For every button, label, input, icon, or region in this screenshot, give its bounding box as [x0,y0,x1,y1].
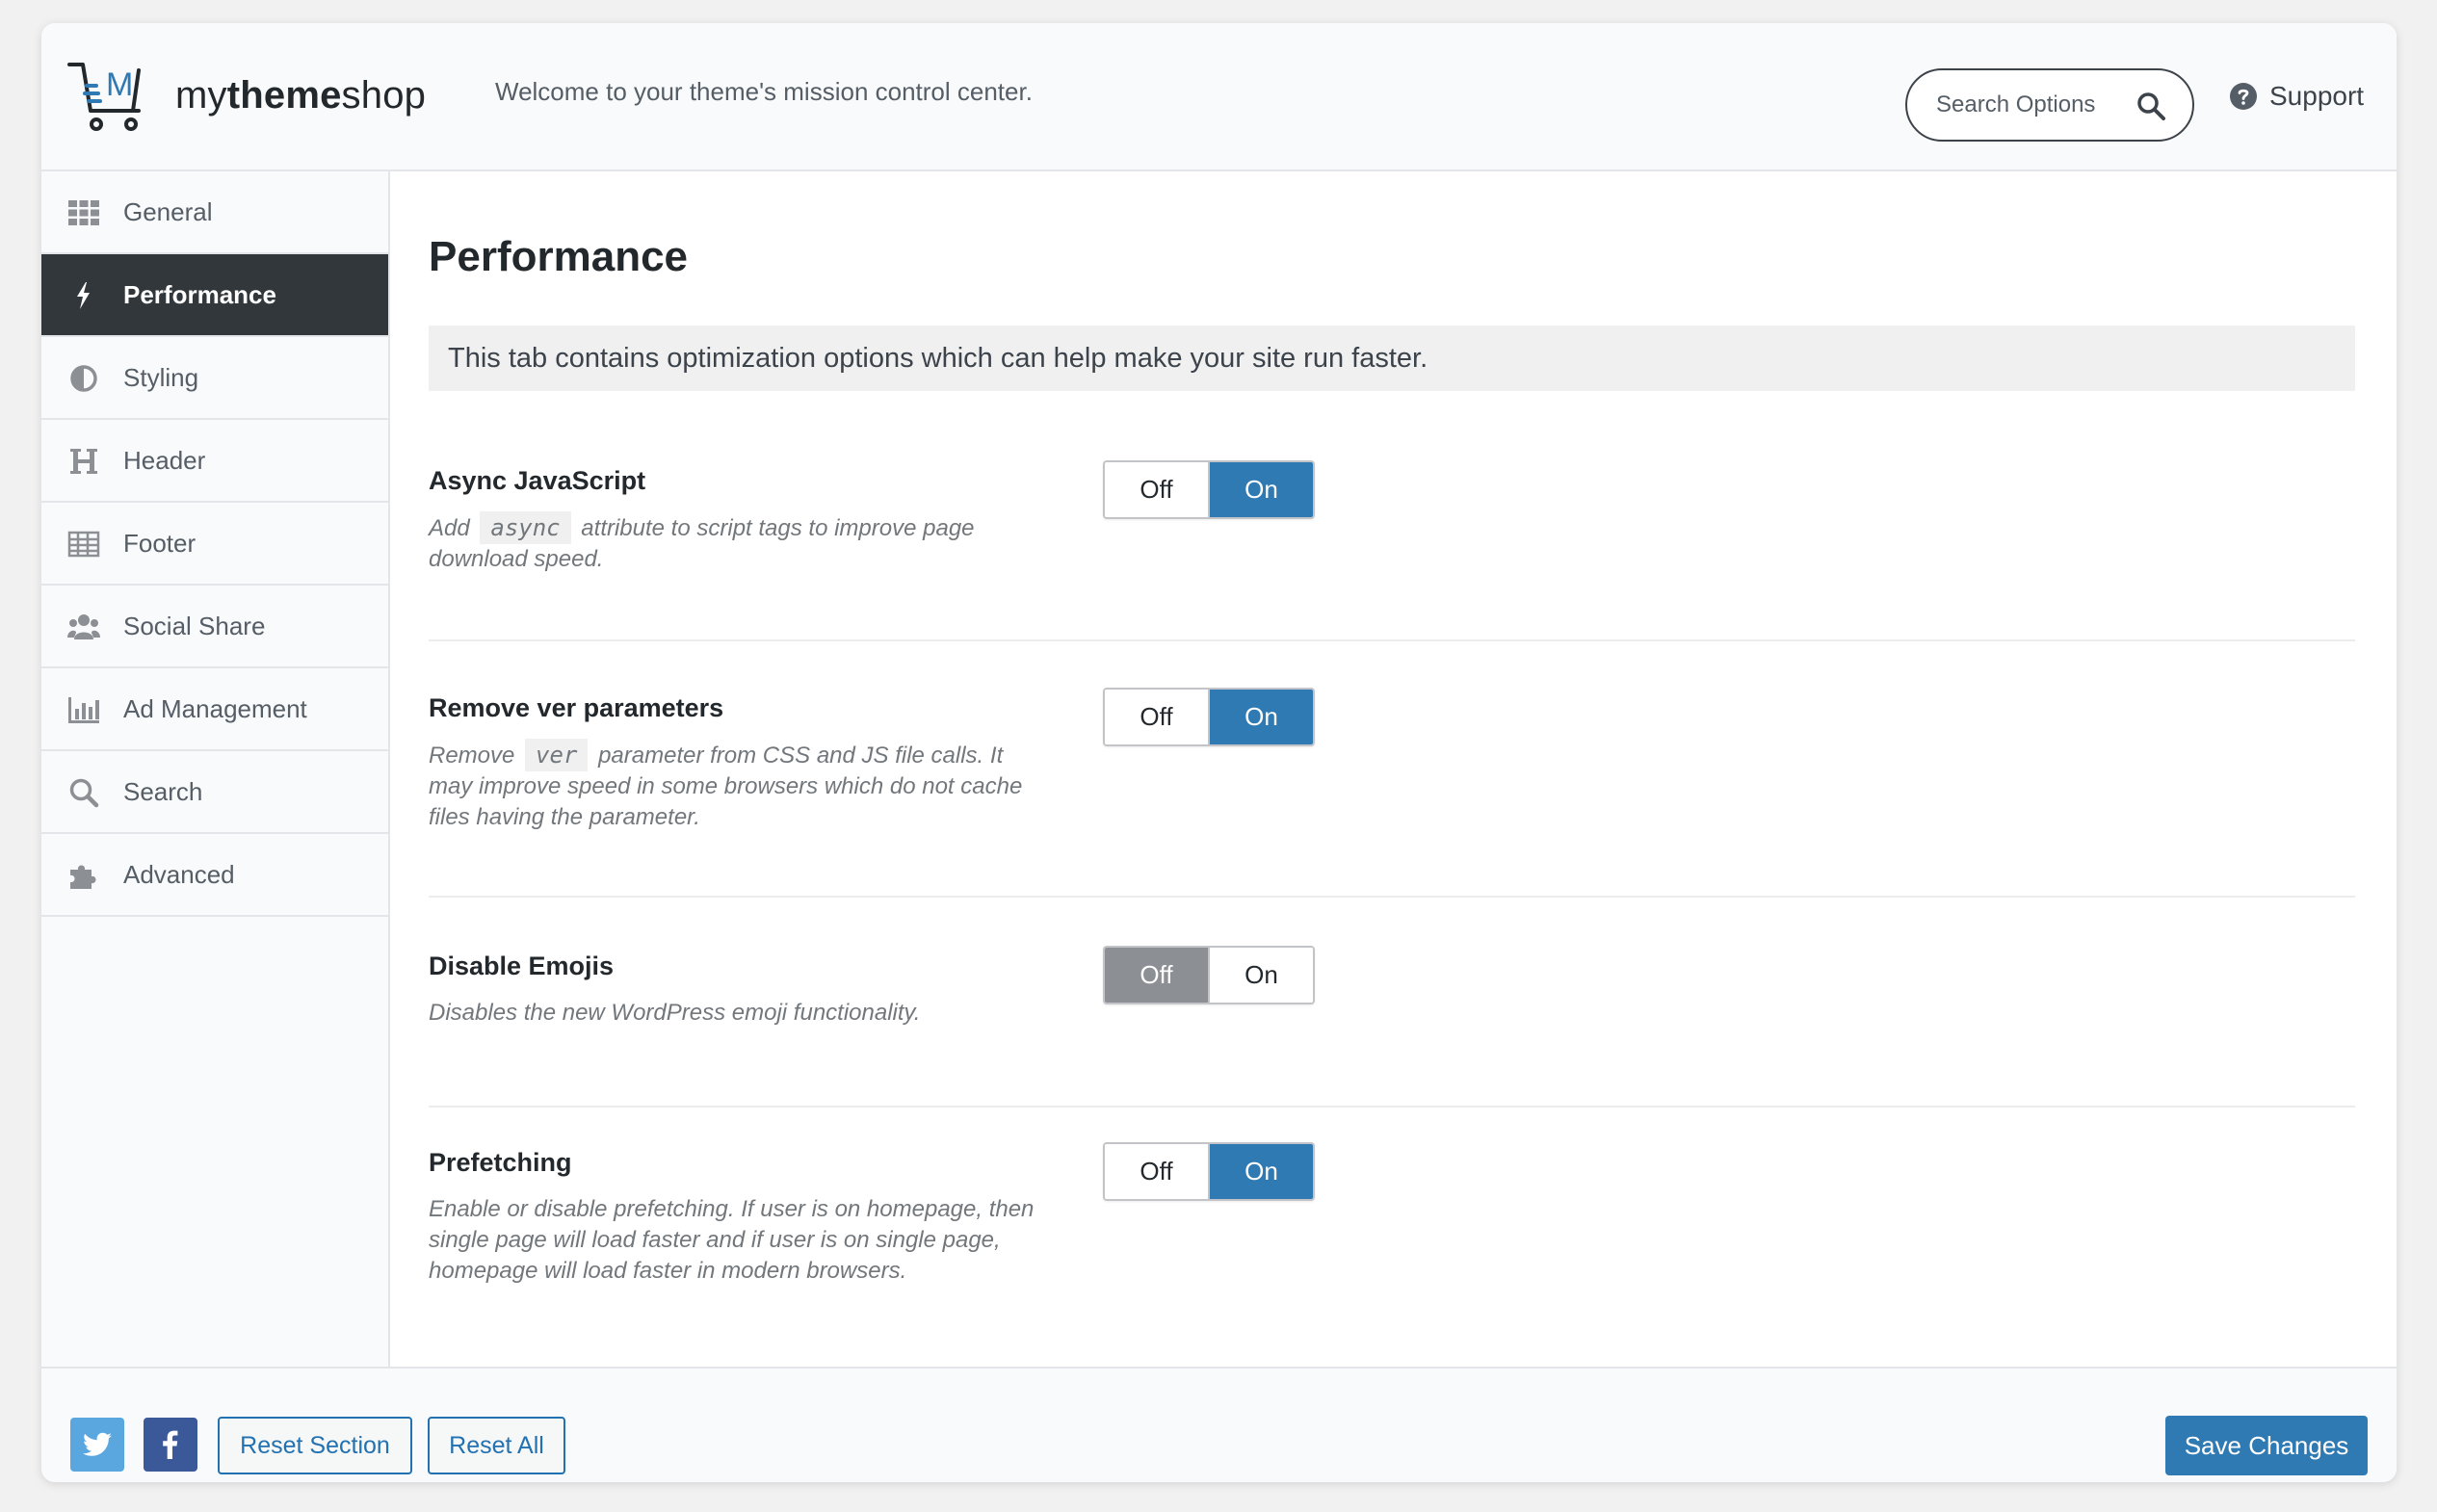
sidebar-item-footer[interactable]: Footer [41,503,388,586]
search-icon [67,777,100,808]
sidebar-item-label: Footer [123,528,197,558]
facebook-icon [163,1430,178,1459]
toggle-on-button[interactable]: On [1210,690,1313,744]
option-description: Remove ver parameter from CSS and JS fil… [429,739,1045,833]
option-description: Add async attribute to script tags to im… [429,511,1045,575]
table-icon [67,529,100,560]
toggle-on-button[interactable]: On [1210,1144,1313,1199]
welcome-message: Welcome to your theme's mission control … [495,77,1033,106]
toggle-off-button[interactable]: Off [1105,462,1210,517]
sidebar-item-label: Advanced [123,859,235,889]
sidebar-item-label: Search [123,776,203,806]
sidebar-item-label: Performance [123,279,276,309]
remove-ver-parameters-toggle[interactable]: Off On [1103,688,1315,746]
toggle-off-button[interactable]: Off [1105,690,1210,744]
logo-text: mythemeshop [175,73,427,117]
sidebar-item-label: Header [123,445,206,475]
help-circle-icon [2230,83,2257,110]
prefetching-toggle[interactable]: Off On [1103,1142,1315,1201]
divider [429,1106,2355,1108]
toggle-on-button[interactable]: On [1210,462,1313,517]
sidebar-item-header[interactable]: Header [41,420,388,503]
support-label: Support [2269,81,2365,111]
option-title: Remove ver parameters [429,693,724,722]
svg-text:M: M [106,66,133,103]
users-icon [67,612,100,642]
grid-icon [67,197,100,228]
bolt-icon [67,280,100,311]
option-description: Enable or disable prefetching. If user i… [429,1196,1035,1284]
sidebar-item-label: Social Share [123,611,266,640]
puzzle-icon [67,860,100,891]
sidebar-item-general[interactable]: General [41,171,388,254]
search-options-box[interactable] [1905,68,2194,142]
section-description: This tab contains optimization options w… [429,326,2355,391]
sidebar-item-styling[interactable]: Styling [41,337,388,420]
sidebar-item-label: Ad Management [123,693,307,723]
footer-bar: Reset Section Reset All Save Changes [41,1367,2397,1482]
support-link[interactable]: Support [2229,81,2364,112]
option-title: Prefetching [429,1148,572,1177]
sidebar-item-performance[interactable]: Performance [41,254,388,337]
logo[interactable]: M mythemeshop [67,52,426,139]
sidebar-item-label: Styling [123,362,199,392]
save-changes-button[interactable]: Save Changes [2165,1416,2368,1475]
option-code: async [480,511,571,544]
sidebar-nav: General Performance Styling Header Foote… [41,171,390,1368]
divider [429,639,2355,641]
sidebar-item-search[interactable]: Search [41,751,388,834]
divider [429,896,2355,898]
reset-all-button[interactable]: Reset All [428,1417,565,1474]
twitter-icon [82,1432,112,1456]
option-title: Async JavaScript [429,466,646,495]
disable-emojis-toggle[interactable]: Off On [1103,946,1315,1004]
main-content: Performance This tab contains optimizati… [390,171,2397,1368]
reset-section-button[interactable]: Reset Section [218,1417,412,1474]
bar-chart-icon [67,694,100,725]
twitter-button[interactable] [70,1418,124,1472]
contrast-icon [67,363,100,394]
facebook-button[interactable] [144,1418,197,1472]
option-description: Disables the new WordPress emoji functio… [429,1000,921,1026]
sidebar-item-advanced[interactable]: Advanced [41,834,388,917]
page-title: Performance [429,233,689,280]
top-header: M mythemeshop Welcome to your theme's mi… [41,23,2397,171]
option-code: ver [525,739,589,771]
toggle-off-button[interactable]: Off [1105,948,1210,1003]
search-options-input[interactable] [1936,91,2129,118]
heading-icon [67,446,100,477]
toggle-off-button[interactable]: Off [1105,1144,1210,1199]
search-icon[interactable] [2136,91,2165,120]
options-panel: M mythemeshop Welcome to your theme's mi… [41,23,2397,1482]
cart-logo-icon: M [67,63,141,131]
option-title: Disable Emojis [429,952,615,980]
sidebar-item-ad-management[interactable]: Ad Management [41,668,388,751]
toggle-on-button[interactable]: On [1210,948,1313,1003]
sidebar-item-social-share[interactable]: Social Share [41,586,388,668]
sidebar-item-label: General [123,196,213,226]
async-javascript-toggle[interactable]: Off On [1103,460,1315,519]
